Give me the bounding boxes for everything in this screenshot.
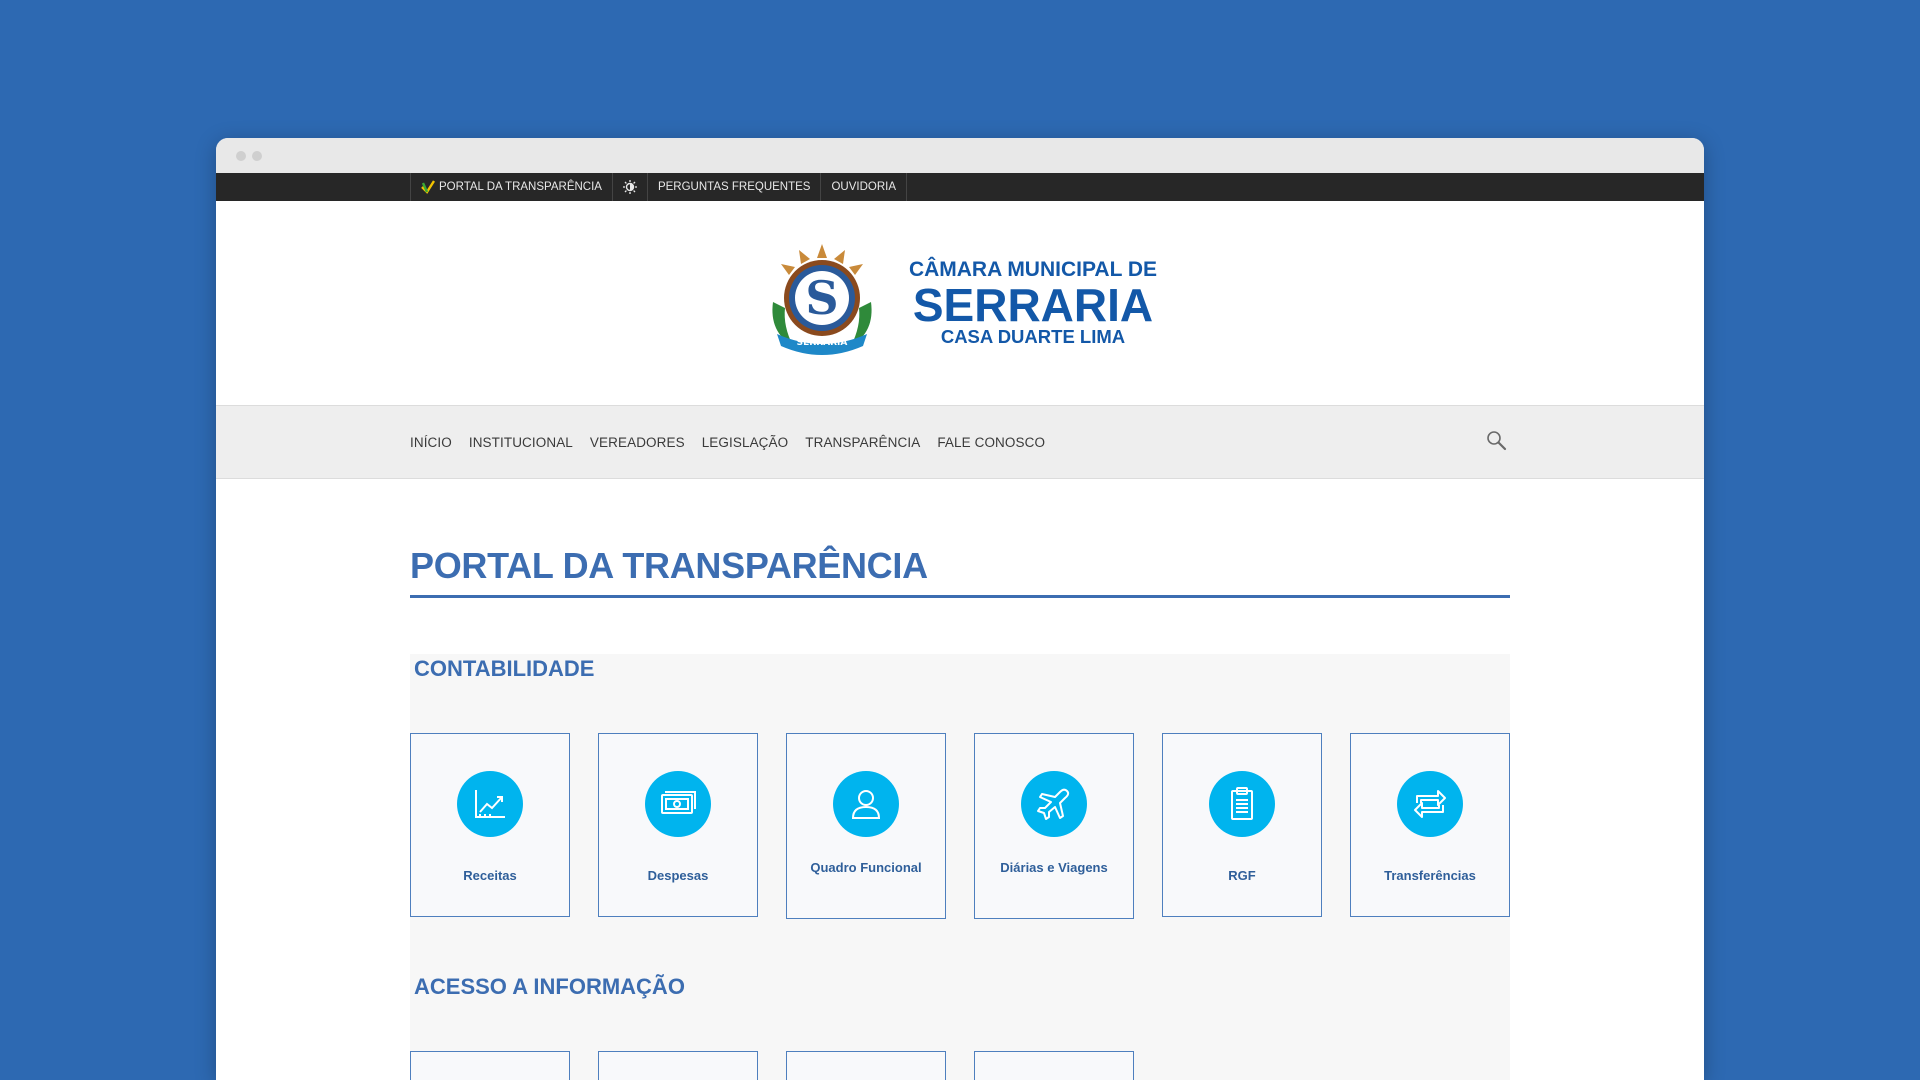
- clipboard-icon: [1209, 771, 1275, 837]
- top-link-label: PORTAL DA TRANSPARÊNCIA: [439, 181, 602, 193]
- brand-line-1: CÂMARA MUNICIPAL DE: [908, 258, 1158, 282]
- card-diarias-e-viagens[interactable]: Diárias e Viagens: [974, 733, 1134, 919]
- crest-icon: S SERRARIA: [763, 242, 881, 365]
- top-link-ouvidoria[interactable]: OUVIDORIA: [821, 173, 908, 201]
- page-title: PORTAL DA TRANSPARÊNCIA: [410, 479, 1510, 598]
- brightness-toggle-button[interactable]: [613, 173, 648, 201]
- card-grid-contabilidade: Receitas Despesas Quadro Funcional Diári…: [410, 733, 1510, 919]
- card-label: Despesas: [647, 868, 709, 883]
- card-label: Transferências: [1384, 868, 1476, 883]
- airplane-icon: [1021, 771, 1087, 837]
- money-icon: [645, 771, 711, 837]
- transfer-icon: [1397, 771, 1463, 837]
- window-dot: [236, 151, 246, 161]
- user-icon: [833, 771, 899, 837]
- card-grid-acesso-informacao: [410, 1051, 1510, 1080]
- transparency-leaf-icon: [421, 180, 435, 194]
- top-nav: PORTAL DA TRANSPARÊNCIA PERGUNTAS FREQUE…: [410, 173, 908, 201]
- window-dot: [252, 151, 262, 161]
- nav-item-inicio[interactable]: INÍCIO: [410, 435, 452, 450]
- top-link-perguntas-frequentes[interactable]: PERGUNTAS FREQUENTES: [648, 173, 822, 201]
- card-placeholder[interactable]: [786, 1051, 946, 1080]
- nav-item-institucional[interactable]: INSTITUCIONAL: [469, 435, 573, 450]
- card-label: RGF: [1228, 868, 1256, 883]
- brand-line-3: CASA DUARTE LIMA: [940, 326, 1126, 348]
- browser-window: PORTAL DA TRANSPARÊNCIA PERGUNTAS FREQUE…: [216, 138, 1704, 1080]
- top-bar: PORTAL DA TRANSPARÊNCIA PERGUNTAS FREQUE…: [216, 173, 1704, 201]
- nav-item-legislacao[interactable]: LEGISLAÇÃO: [702, 435, 789, 450]
- chart-up-icon: [457, 771, 523, 837]
- card-label: Diárias e Viagens: [1000, 860, 1108, 875]
- svg-text:SERRARIA: SERRARIA: [797, 338, 848, 348]
- section-title-contabilidade: CONTABILIDADE: [414, 656, 595, 681]
- card-transferencias[interactable]: Transferências: [1350, 733, 1510, 917]
- card-receitas[interactable]: Receitas: [410, 733, 570, 917]
- site-logo[interactable]: S SERRARIA CÂMARA MUNICIPAL DE SERRARIA …: [763, 242, 1157, 365]
- content-panel: CONTABILIDADE Receitas Despesas Quadro F…: [410, 654, 1510, 1080]
- brand-text: CÂMARA MUNICIPAL DE SERRARIA CASA DUARTE…: [909, 259, 1157, 347]
- top-link-portal-transparencia[interactable]: PORTAL DA TRANSPARÊNCIA: [411, 173, 613, 201]
- nav-item-fale-conosco[interactable]: FALE CONOSCO: [937, 435, 1045, 450]
- card-placeholder[interactable]: [598, 1051, 758, 1080]
- nav-item-transparencia[interactable]: TRANSPARÊNCIA: [805, 435, 920, 450]
- section-title-acesso-informacao: ACESSO A INFORMAÇÃO: [414, 974, 685, 999]
- browser-chrome: [216, 138, 1704, 173]
- main-content: PORTAL DA TRANSPARÊNCIA CONTABILIDADE Re…: [410, 479, 1510, 1080]
- brand-line-2: SERRARIA: [912, 279, 1154, 332]
- site-header: S SERRARIA CÂMARA MUNICIPAL DE SERRARIA …: [216, 201, 1704, 405]
- svg-text:S: S: [805, 271, 838, 325]
- brightness-icon: [622, 180, 637, 194]
- card-quadro-funcional[interactable]: Quadro Funcional: [786, 733, 946, 919]
- card-placeholder[interactable]: [974, 1051, 1134, 1080]
- card-rgf[interactable]: RGF: [1162, 733, 1322, 917]
- main-nav-list: INÍCIO INSTITUCIONAL VEREADORES LEGISLAÇ…: [410, 406, 1045, 478]
- card-label: Quadro Funcional: [810, 860, 922, 875]
- main-nav: INÍCIO INSTITUCIONAL VEREADORES LEGISLAÇ…: [216, 405, 1704, 479]
- card-despesas[interactable]: Despesas: [598, 733, 758, 917]
- nav-item-vereadores[interactable]: VEREADORES: [590, 435, 685, 450]
- card-label: Receitas: [463, 868, 517, 883]
- search-icon[interactable]: [1484, 428, 1510, 454]
- card-placeholder[interactable]: [410, 1051, 570, 1080]
